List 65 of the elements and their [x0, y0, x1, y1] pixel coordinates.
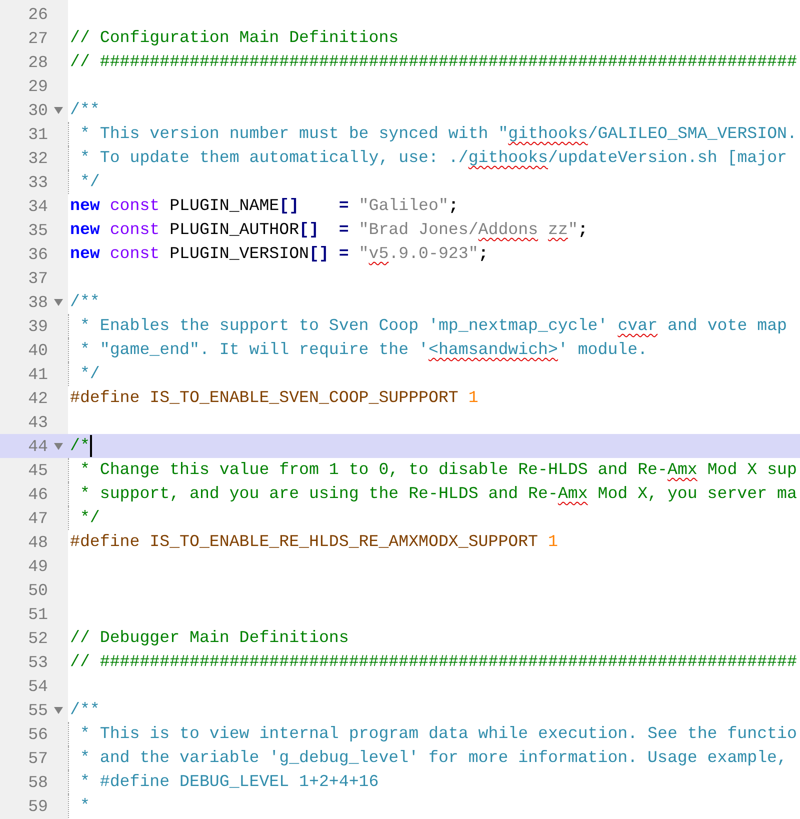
- line-number: 54: [27, 676, 48, 696]
- fold-icon[interactable]: [54, 298, 62, 306]
- code-line: // ######################################################################: [69, 51, 797, 73]
- line-number: 47: [27, 508, 48, 528]
- text-cursor: [90, 435, 92, 457]
- code-line: /**: [69, 699, 100, 721]
- line-number: 28: [27, 52, 48, 72]
- line-number: 34: [27, 196, 48, 216]
- code-line: new const PLUGIN_NAME[] = "Galileo";: [69, 195, 458, 217]
- line-number: 58: [27, 772, 48, 792]
- line-number: 27: [27, 28, 48, 48]
- code-line: * This is to view internal program data while execution. See the functio: [68, 722, 797, 746]
- code-line: */: [68, 170, 100, 194]
- fold-icon[interactable]: [54, 706, 62, 714]
- line-number: 52: [27, 628, 48, 648]
- line-number: 36: [27, 244, 48, 264]
- line-number: 30: [27, 100, 48, 120]
- fold-icon[interactable]: [54, 442, 62, 450]
- code-line: * and the variable 'g_debug_level' for more information. Usage example,: [68, 746, 787, 770]
- line-number: 50: [27, 580, 48, 600]
- code-line: new const PLUGIN_VERSION[] = "v5.9.0-923";: [69, 243, 488, 265]
- line-number: 48: [27, 532, 48, 552]
- code-line: * Enables the support to Sven Coop 'mp_nextmap_cycle' cvar and vote map: [68, 314, 787, 338]
- code-line: new const PLUGIN_AUTHOR[] = "Brad Jones/Addons zz";: [69, 219, 588, 241]
- code-line: #define IS_TO_ENABLE_RE_HLDS_RE_AMXMODX_SUPPORT 1: [69, 531, 558, 553]
- line-number: 26: [27, 4, 48, 24]
- line-number: 39: [27, 316, 48, 336]
- code-line: // ######################################################################: [69, 651, 797, 673]
- line-number: 43: [27, 412, 48, 432]
- line-number: 46: [27, 484, 48, 504]
- code-line: */: [68, 506, 100, 530]
- code-line: #define IS_TO_ENABLE_SVEN_COOP_SUPPPORT 1: [69, 387, 478, 409]
- code-line: * #define DEBUG_LEVEL 1+2+4+16: [68, 770, 379, 794]
- code-line: */: [68, 362, 100, 386]
- line-number: 49: [27, 556, 48, 576]
- code-line: *: [68, 794, 90, 818]
- line-number: 59: [27, 796, 48, 816]
- line-number: 57: [27, 748, 48, 768]
- line-number: 37: [27, 268, 48, 288]
- line-number: 31: [27, 124, 48, 144]
- line-number: 51: [27, 604, 48, 624]
- line-number: 33: [27, 172, 48, 192]
- line-number: 53: [27, 652, 48, 672]
- line-number: 45: [27, 460, 48, 480]
- line-number: 29: [27, 76, 48, 96]
- line-number: 56: [27, 724, 48, 744]
- line-number: 38: [27, 292, 48, 312]
- line-number: 41: [27, 364, 48, 384]
- code-line: /*: [69, 434, 92, 458]
- code-line: * This version number must be synced with "githooks/GALILEO_SMA_VERSION.: [68, 122, 797, 146]
- code-line: * Change this value from 1 to 0, to disable Re-HLDS and Re-Amx Mod X sup: [68, 458, 797, 482]
- line-number: 40: [27, 340, 48, 360]
- code-line: * "game_end". It will require the '<hamsandwich>' module.: [68, 338, 648, 362]
- code-line: // Configuration Main Definitions: [69, 27, 399, 49]
- code-line: /**: [69, 291, 100, 313]
- line-number: 55: [27, 700, 48, 720]
- line-number: 32: [27, 148, 48, 168]
- code-line: * support, and you are using the Re-HLDS and Re-Amx Mod X, you server ma: [68, 482, 797, 506]
- line-number: 35: [27, 220, 48, 240]
- code-line: // Debugger Main Definitions: [69, 627, 349, 649]
- line-number: 42: [27, 388, 48, 408]
- fold-icon[interactable]: [54, 106, 62, 114]
- line-number: 44: [27, 436, 48, 456]
- code-line: /**: [69, 99, 100, 121]
- code-line: * To update them automatically, use: ./githooks/updateVersion.sh [major: [68, 146, 787, 170]
